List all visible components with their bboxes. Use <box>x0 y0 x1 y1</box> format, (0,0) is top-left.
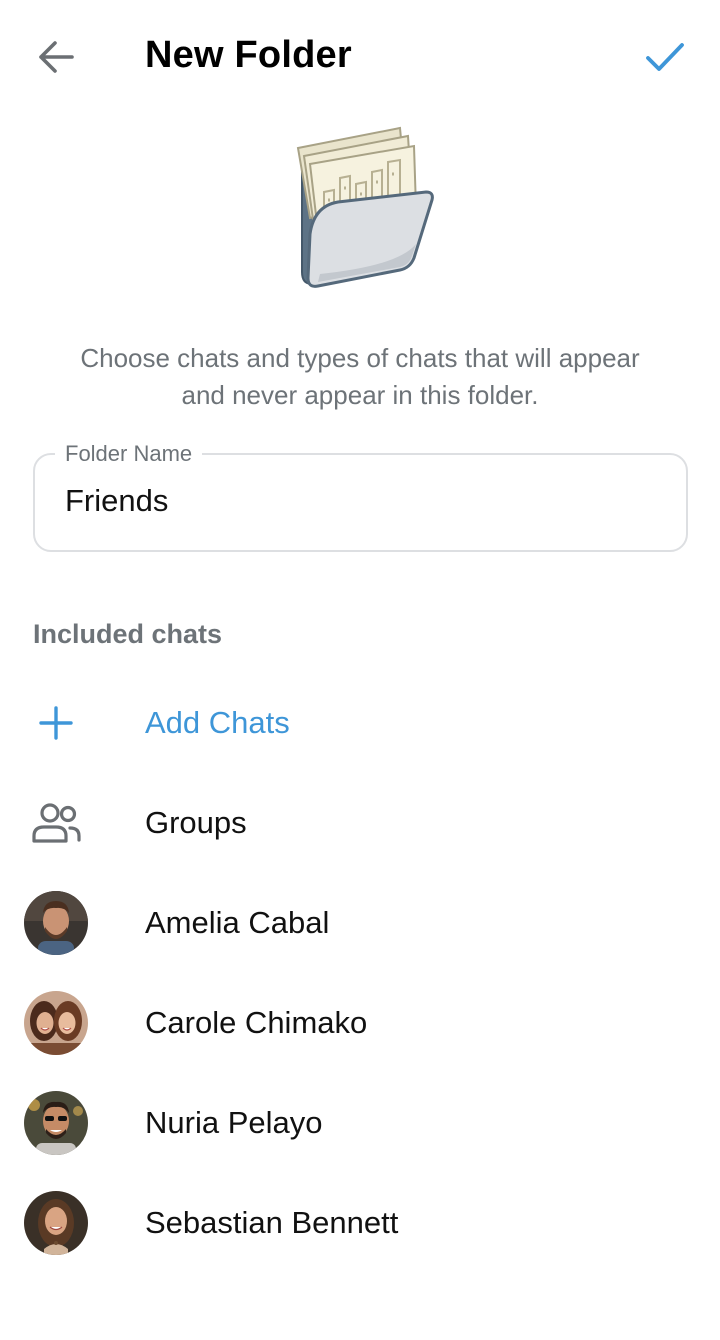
add-chats-label: Add Chats <box>145 705 290 740</box>
page-title: New Folder <box>145 34 352 76</box>
done-button[interactable] <box>634 28 696 86</box>
list-item-label: Groups <box>145 805 247 840</box>
arrow-left-icon <box>39 41 74 73</box>
folder-name-input[interactable] <box>65 483 655 519</box>
list-item-amelia-cabal[interactable]: Amelia Cabal <box>0 873 720 973</box>
folder-description: Choose chats and types of chats that wil… <box>80 343 640 410</box>
people-icon <box>24 791 88 855</box>
list-item-label: Carole Chimako <box>145 1005 368 1040</box>
toolbar: New Folder <box>0 0 720 112</box>
avatar <box>24 891 88 955</box>
list-item-groups[interactable]: Groups <box>0 773 720 873</box>
folder-name-field[interactable]: Folder Name <box>33 441 688 552</box>
avatar <box>24 1091 88 1155</box>
plus-icon <box>24 691 88 755</box>
list-item-label: Amelia Cabal <box>145 905 330 940</box>
add-chats-button[interactable]: Add Chats <box>0 673 720 773</box>
list-item-nuria-pelayo[interactable]: Nuria Pelayo <box>0 1073 720 1173</box>
list-item-sebastian-bennett[interactable]: Sebastian Bennett <box>0 1173 720 1273</box>
list-item-carole-chimako[interactable]: Carole Chimako <box>0 973 720 1073</box>
included-chats-header: Included chats <box>33 619 223 649</box>
back-button[interactable] <box>26 28 86 86</box>
avatar <box>24 991 88 1055</box>
folder-with-documents-icon <box>288 122 440 294</box>
avatar <box>24 1191 88 1255</box>
checkmark-icon <box>646 43 684 71</box>
list-item-label: Nuria Pelayo <box>145 1105 323 1140</box>
list-item-label: Sebastian Bennett <box>145 1205 399 1240</box>
folder-name-label: Folder Name <box>55 441 203 467</box>
